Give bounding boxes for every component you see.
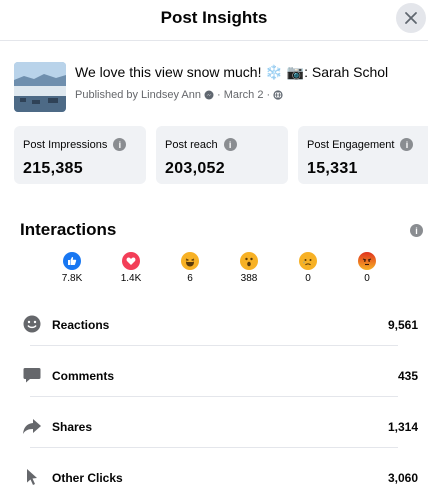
share-arrow-icon <box>23 419 41 434</box>
comment-icon <box>23 368 41 383</box>
sad-reaction-icon <box>299 252 317 270</box>
page-title: Post Insights <box>160 8 268 27</box>
reaction-sad: 0 <box>290 252 326 284</box>
stats-row: Post Impressions i 215,385 Post reach i … <box>14 126 428 184</box>
reaction-count: 0 <box>364 273 370 284</box>
reaction-count: 6 <box>187 273 193 284</box>
metric-label: Shares <box>52 420 93 434</box>
post-date: · March 2 · <box>216 89 271 101</box>
info-icon[interactable]: i <box>223 138 237 151</box>
post-meta: Published by Lindsey Ann · March 2 · <box>75 89 283 101</box>
divider <box>30 447 398 448</box>
like-reaction-icon <box>63 252 81 270</box>
metric-value: 3,060 <box>387 471 418 485</box>
angry-reaction-icon <box>358 252 376 270</box>
messenger-icon <box>204 90 214 100</box>
reaction-wow: 388 <box>231 252 267 284</box>
reaction-like: 7.8K <box>54 252 90 284</box>
interactions-info-icon[interactable]: i <box>410 224 423 237</box>
stat-value: 15,331 <box>307 160 358 177</box>
post-text: We love this view snow much! ❄️ 📷: Sarah… <box>75 64 389 80</box>
metric-value: 9,561 <box>387 318 418 332</box>
globe-icon <box>273 90 283 100</box>
close-icon <box>405 12 417 24</box>
stat-label: Post reach <box>165 138 218 151</box>
post-author: Published by Lindsey Ann <box>75 89 201 101</box>
divider <box>30 396 398 397</box>
reactions-row: 7.8K 1.4K 6 388 0 0 <box>54 252 394 302</box>
metric-value: 1,314 <box>387 420 418 434</box>
divider <box>30 345 398 346</box>
reaction-count: 7.8K <box>61 273 83 284</box>
wow-reaction-icon <box>240 252 258 270</box>
stat-label: Post Impressions <box>23 138 108 151</box>
metric-label: Comments <box>52 369 115 383</box>
metric-label: Other Clicks <box>52 471 123 485</box>
metric-row-comments[interactable]: Comments 435 <box>22 363 418 391</box>
info-icon[interactable]: i <box>113 138 127 151</box>
info-icon[interactable]: i <box>400 138 414 151</box>
post-summary[interactable]: We love this view snow much! ❄️ 📷: Sarah… <box>14 60 424 112</box>
metric-row-other-clicks[interactable]: Other Clicks 3,060 <box>22 465 418 490</box>
reaction-count: 0 <box>305 273 311 284</box>
interactions-title: Interactions <box>20 220 117 239</box>
post-thumbnail <box>14 62 66 112</box>
stat-card-engagement: Post Engagement i 15,331 <box>298 126 428 184</box>
stat-label: Post Engagement <box>307 138 395 151</box>
reaction-count: 1.4K <box>120 273 142 284</box>
reaction-angry: 0 <box>349 252 385 284</box>
metric-row-shares[interactable]: Shares 1,314 <box>22 414 418 442</box>
reaction-love: 1.4K <box>113 252 149 284</box>
metric-label: Reactions <box>52 318 110 332</box>
smiley-icon <box>23 315 41 333</box>
stat-card-impressions: Post Impressions i 215,385 <box>14 126 146 184</box>
love-reaction-icon <box>122 252 140 270</box>
stat-value: 215,385 <box>23 160 83 177</box>
stat-card-reach: Post reach i 203,052 <box>156 126 288 184</box>
reaction-haha: 6 <box>172 252 208 284</box>
reaction-count: 388 <box>240 273 258 284</box>
header-divider <box>0 40 428 41</box>
close-button[interactable] <box>396 3 426 33</box>
metric-value: 435 <box>397 369 418 383</box>
stat-value: 203,052 <box>165 160 225 177</box>
haha-reaction-icon <box>181 252 199 270</box>
cursor-icon <box>27 469 37 485</box>
header: Post Insights <box>0 0 428 38</box>
metric-row-reactions[interactable]: Reactions 9,561 <box>22 312 418 340</box>
